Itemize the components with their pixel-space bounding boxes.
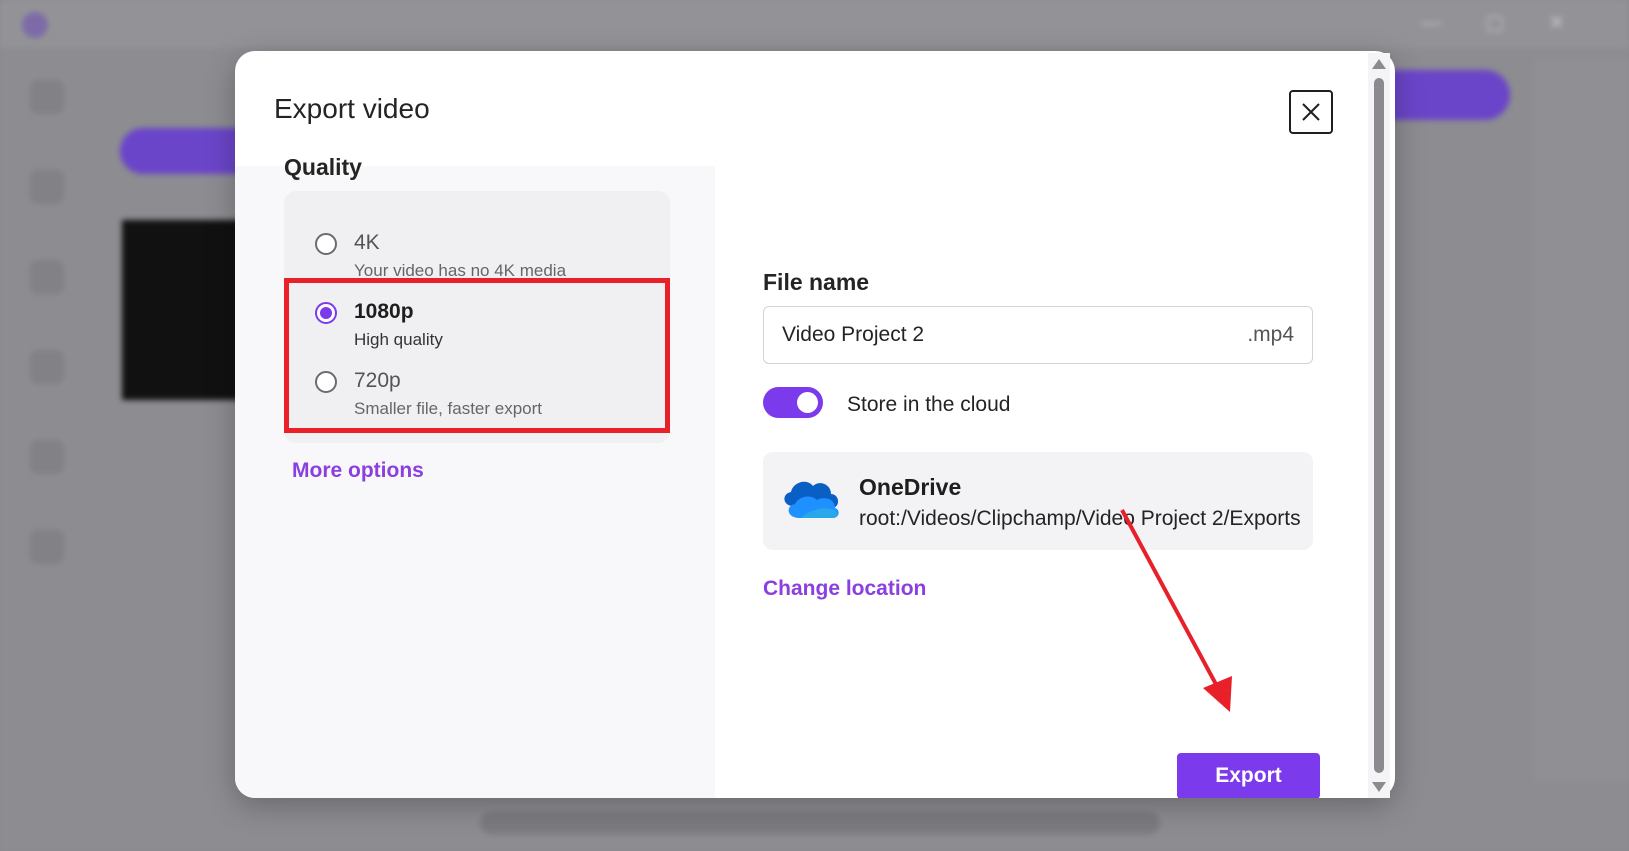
option-title: 1080p — [354, 300, 414, 323]
background-icon — [30, 350, 64, 384]
close-button[interactable] — [1289, 90, 1333, 134]
background-timeline — [480, 812, 1160, 834]
file-name-label: File name — [763, 269, 870, 295]
quality-options: 4K Your video has no 4K media 1080p High… — [284, 191, 670, 443]
radio-720p[interactable] — [315, 371, 337, 393]
toggle-knob — [797, 392, 818, 413]
onedrive-cloud-icon — [784, 481, 839, 518]
option-subtitle: Smaller file, faster export — [354, 399, 543, 418]
close-icon — [1302, 103, 1320, 121]
store-in-cloud-toggle[interactable] — [763, 387, 823, 418]
export-button[interactable]: Export — [1177, 753, 1320, 798]
option-title: 720p — [354, 369, 401, 392]
cloud-location-card: OneDrive root:/Videos/Clipchamp/Video Pr… — [763, 452, 1313, 550]
scroll-thumb[interactable] — [1374, 78, 1384, 773]
more-options-link[interactable]: More options — [292, 459, 424, 483]
cloud-path: root:/Videos/Clipchamp/Video Project 2/E… — [859, 507, 1301, 530]
dialog-scrollbar[interactable] — [1368, 53, 1390, 798]
background-icon — [30, 440, 64, 474]
dialog-title: Export video — [274, 93, 430, 124]
quality-option-4k[interactable]: 4K Your video has no 4K media — [284, 227, 670, 297]
radio-1080p[interactable] — [315, 302, 337, 324]
option-subtitle: High quality — [354, 330, 443, 349]
option-subtitle: Your video has no 4K media — [354, 261, 567, 280]
file-name-field[interactable]: .mp4 — [763, 306, 1313, 364]
background-sidebar — [1534, 60, 1629, 780]
background-icon — [30, 260, 64, 294]
scroll-down-icon[interactable] — [1372, 782, 1386, 792]
store-in-cloud-label: Store in the cloud — [847, 393, 1011, 416]
radio-4k[interactable] — [315, 233, 337, 255]
cloud-provider-name: OneDrive — [859, 474, 962, 500]
export-dialog: Export video Quality 4K Your video has n… — [235, 51, 1395, 798]
file-extension: .mp4 — [1247, 323, 1294, 346]
background-titlebar — [0, 0, 1629, 48]
app-logo-icon — [22, 12, 48, 38]
window-controls: —▢✕ — [1421, 12, 1609, 34]
option-title: 4K — [354, 231, 380, 254]
background-thumbnail — [122, 220, 242, 400]
background-icon — [30, 170, 64, 204]
quality-label: Quality — [284, 154, 362, 180]
quality-option-720p[interactable]: 720p Smaller file, faster export — [284, 365, 670, 435]
background-icon — [30, 530, 64, 564]
file-name-input[interactable] — [782, 307, 1212, 363]
background-icon — [30, 80, 64, 114]
scroll-up-icon[interactable] — [1372, 59, 1386, 69]
change-location-link[interactable]: Change location — [763, 577, 926, 601]
quality-option-1080p[interactable]: 1080p High quality — [284, 296, 670, 366]
